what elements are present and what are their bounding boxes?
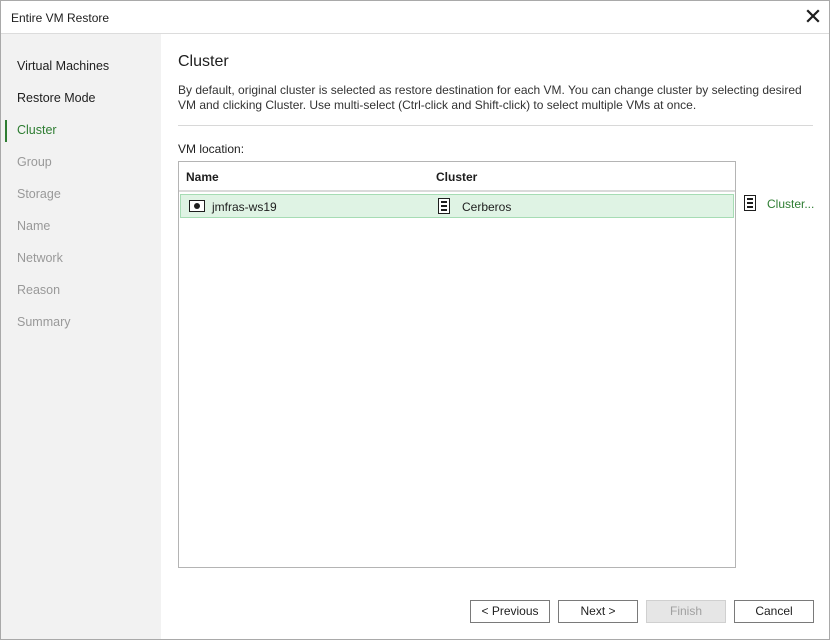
table-row[interactable]: jmfras-ws19 Cerberos — [180, 194, 734, 218]
wizard-steps-sidebar: Virtual Machines Restore Mode Cluster Gr… — [1, 34, 161, 639]
cancel-button[interactable]: Cancel — [734, 600, 814, 623]
cluster-icon — [744, 195, 756, 211]
vm-name-cell: jmfras-ws19 — [212, 200, 277, 214]
step-restore-mode[interactable]: Restore Mode — [17, 91, 96, 105]
close-icon[interactable] — [804, 7, 822, 25]
wizard-content: Cluster By default, original cluster is … — [161, 34, 829, 639]
step-virtual-machines[interactable]: Virtual Machines — [17, 59, 109, 73]
next-button[interactable]: Next > — [558, 600, 638, 623]
cluster-icon — [438, 198, 450, 214]
title-bar: Entire VM Restore — [1, 1, 829, 34]
previous-button[interactable]: < Previous — [470, 600, 550, 623]
column-header-name[interactable]: Name — [186, 170, 219, 184]
column-header-cluster[interactable]: Cluster — [436, 170, 477, 184]
vm-location-table: Name Cluster jmfras-ws19 Cerberos — [178, 161, 736, 568]
step-reason: Reason — [17, 283, 61, 297]
vm-location-label: VM location: — [178, 142, 245, 156]
entire-vm-restore-window: Entire VM Restore Virtual Machines Resto… — [0, 0, 830, 640]
finish-button: Finish — [646, 600, 726, 623]
step-cluster[interactable]: Cluster — [17, 123, 57, 137]
divider — [178, 125, 813, 126]
step-summary: Summary — [17, 315, 71, 329]
table-header: Name Cluster — [179, 162, 735, 192]
step-network: Network — [17, 251, 63, 265]
active-step-marker — [5, 120, 7, 142]
window-title: Entire VM Restore — [11, 11, 110, 25]
step-name: Name — [17, 219, 51, 233]
vm-cluster-cell: Cerberos — [462, 200, 512, 214]
page-title: Cluster — [178, 53, 229, 70]
vm-icon — [189, 200, 205, 212]
step-group: Group — [17, 155, 52, 169]
cluster-button-label: Cluster... — [767, 197, 815, 211]
page-description: By default, original cluster is selected… — [178, 83, 802, 112]
step-storage: Storage — [17, 187, 61, 201]
